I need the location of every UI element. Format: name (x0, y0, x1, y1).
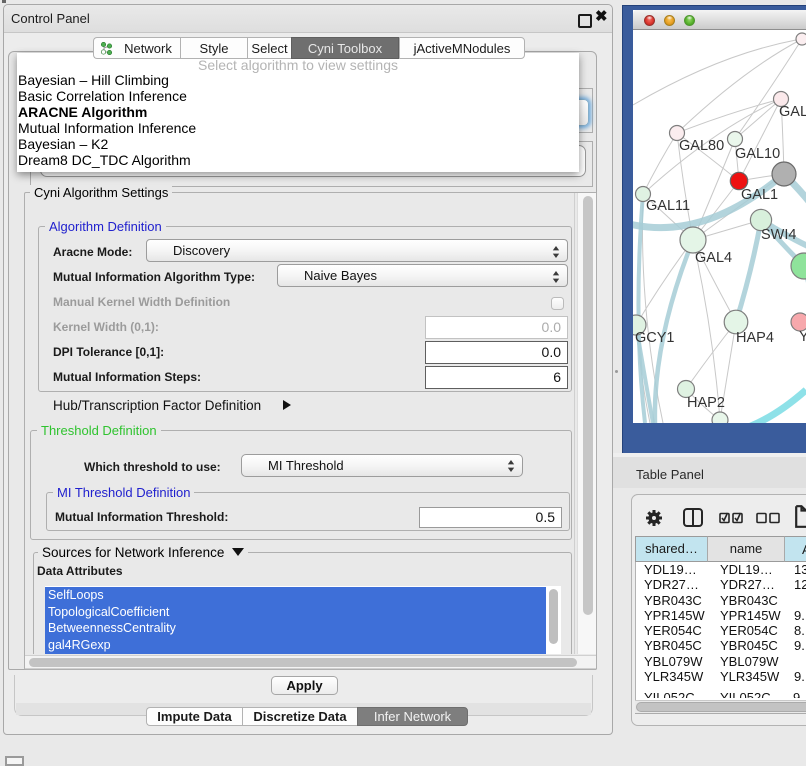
svg-text:HAP2: HAP2 (687, 395, 725, 411)
svg-text:GAL2: GAL2 (779, 104, 806, 120)
svg-text:GAL80: GAL80 (679, 138, 724, 154)
svg-text:SWI4: SWI4 (761, 227, 796, 243)
svg-text:GCY1: GCY1 (635, 330, 675, 346)
svg-text:GAL11: GAL11 (646, 198, 690, 214)
svg-text:GAL4: GAL4 (695, 250, 732, 266)
svg-text:GAL1: GAL1 (741, 187, 778, 203)
svg-text:Y: Y (799, 329, 806, 345)
svg-text:HAP4: HAP4 (736, 330, 774, 346)
svg-text:GAL10: GAL10 (735, 146, 780, 162)
